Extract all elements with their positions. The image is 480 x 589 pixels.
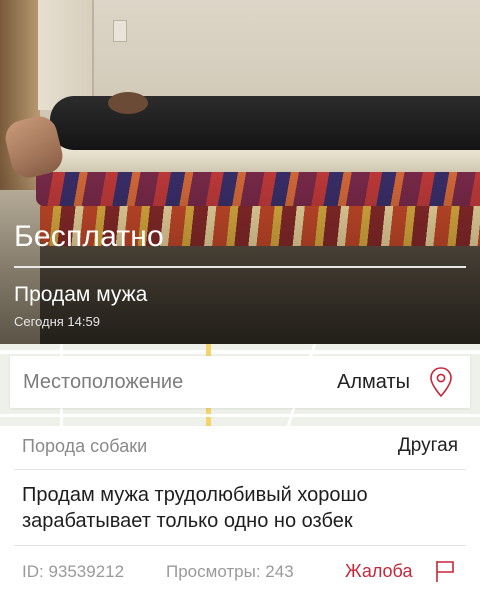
listing-id: ID: 93539212 [22, 562, 125, 581]
breed-value: Другая [397, 435, 458, 456]
listing-date: Сегодня 14:59 [14, 314, 100, 329]
listing-footer: ID: 93539212 Просмотры: 243 Жалоба [0, 557, 480, 587]
breed-label: Порода собаки [22, 436, 148, 456]
map-road [0, 414, 480, 417]
complaint-link[interactable]: Жалоба [345, 561, 412, 582]
divider [14, 545, 466, 546]
location-field[interactable]: Местоположение Алматы [10, 356, 470, 408]
listing-title: Продам мужа [14, 283, 148, 306]
listing-photo[interactable]: Бесплатно Продам мужа Сегодня 14:59 [0, 0, 480, 344]
breed-row: Порода собаки Другая [0, 426, 480, 466]
location-value: Алматы [337, 371, 410, 393]
location-label: Местоположение [23, 371, 184, 393]
photo-divider [14, 266, 466, 268]
listing-price: Бесплатно [14, 220, 164, 253]
location-pin-icon[interactable] [428, 366, 454, 398]
flag-icon[interactable] [434, 559, 456, 583]
divider [14, 469, 466, 470]
view-count: Просмотры: 243 [166, 562, 294, 581]
listing-description: Продам мужа трудолюбивый хорошо зарабаты… [22, 484, 368, 532]
map-road [0, 350, 480, 354]
